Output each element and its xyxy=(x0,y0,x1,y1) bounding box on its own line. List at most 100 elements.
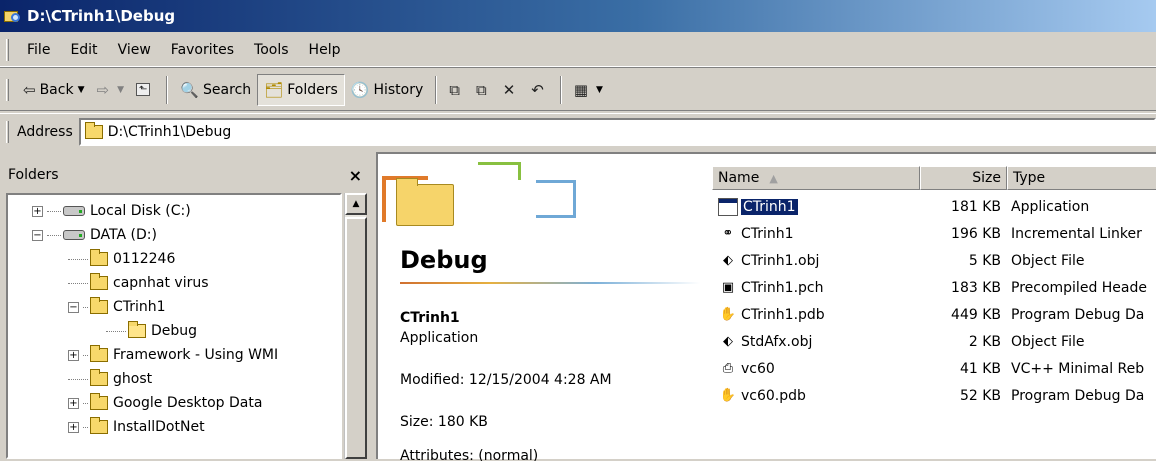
file-name: vc60 xyxy=(741,361,775,377)
scroll-up-icon[interactable]: ▲ xyxy=(345,193,367,215)
delete-button[interactable]: ✕ xyxy=(497,74,526,106)
back-button[interactable]: ⇦ Back ▼ xyxy=(17,74,91,106)
title-bar: D:\CTrinh1\Debug xyxy=(0,0,1156,32)
folders-button[interactable]: 🗂 Folders xyxy=(257,73,345,106)
tree-item-installdotnet[interactable]: + InstallDotNet xyxy=(68,415,205,439)
expand-icon[interactable]: + xyxy=(68,397,79,409)
column-type-label: Type xyxy=(1013,170,1046,186)
folder-tree-scrollbar[interactable]: ▲ xyxy=(344,193,367,459)
menu-help[interactable]: Help xyxy=(299,42,351,58)
expand-icon[interactable]: + xyxy=(32,205,43,217)
copy-to-icon: ⧉ xyxy=(475,80,487,99)
tree-item-ctrinh1[interactable]: − CTrinh1 xyxy=(68,295,166,319)
back-arrow-icon: ⇦ xyxy=(23,80,36,99)
file-row[interactable]: CTrinh1 181 KB Application xyxy=(712,196,1156,218)
file-type: Object File xyxy=(1011,334,1085,350)
tree-item-label: InstallDotNet xyxy=(113,419,205,435)
tree-item-0112246[interactable]: 0112246 xyxy=(68,247,175,271)
tree-item-capnhat-virus[interactable]: capnhat virus xyxy=(68,271,209,295)
sort-ascending-icon: ▲ xyxy=(769,171,778,185)
search-button[interactable]: 🔍 Search xyxy=(174,74,257,106)
tree-item-google-desktop-data[interactable]: + Google Desktop Data xyxy=(68,391,262,415)
tree-item-label: ghost xyxy=(113,371,153,387)
file-row[interactable]: ✋ CTrinh1.pdb 449 KB Program Debug Da xyxy=(712,304,1156,326)
forward-button[interactable]: ⇨ ▼ xyxy=(91,74,131,106)
file-size: 2 KB xyxy=(968,334,1001,350)
file-type: Incremental Linker xyxy=(1011,226,1142,242)
expand-icon[interactable]: + xyxy=(68,421,79,433)
views-dropdown-icon[interactable]: ▼ xyxy=(596,85,603,95)
address-field[interactable]: D:\CTrinh1\Debug xyxy=(78,117,1156,146)
column-header-name[interactable]: Name ▲ xyxy=(712,166,920,190)
tree-item-label: capnhat virus xyxy=(113,275,209,291)
history-label: History xyxy=(373,81,424,98)
forward-dropdown-icon[interactable]: ▼ xyxy=(117,85,124,95)
expand-icon[interactable]: + xyxy=(68,349,79,361)
toolbar-grip[interactable] xyxy=(6,38,9,61)
search-icon: 🔍 xyxy=(180,80,200,99)
banner-decoration xyxy=(378,154,578,244)
tree-item-label: Framework - Using WMI xyxy=(113,347,279,363)
tree-item-debug[interactable]: Debug xyxy=(106,319,197,343)
selected-file-name: CTrinh1 xyxy=(400,310,460,326)
panel-divider xyxy=(400,282,700,284)
column-size-label: Size xyxy=(972,170,1001,186)
collapse-icon[interactable]: − xyxy=(68,301,79,313)
delete-icon: ✕ xyxy=(502,80,516,99)
file-row[interactable]: ▣ CTrinh1.pch 183 KB Precompiled Heade xyxy=(712,277,1156,299)
menu-favorites[interactable]: Favorites xyxy=(161,42,244,58)
move-to-button[interactable]: ⧉ xyxy=(443,74,470,106)
toolbar-separator xyxy=(166,75,169,104)
drive-icon xyxy=(63,206,85,216)
tree-item-label: 0112246 xyxy=(113,251,176,267)
selected-file-type: Application xyxy=(400,330,479,346)
selected-file-attributes: Attributes: (normal) xyxy=(400,448,539,461)
file-size: 5 KB xyxy=(968,253,1001,269)
standard-toolbar: ⇦ Back ▼ ⇨ ▼ ⬑ 🔍 Search 🗂 Folders 🕓 Hist… xyxy=(0,69,1156,111)
history-button[interactable]: 🕓 History xyxy=(345,74,430,106)
tree-item-ghost[interactable]: ghost xyxy=(68,367,152,391)
scrollbar-thumb[interactable] xyxy=(345,217,367,459)
tree-item-framework[interactable]: + Framework - Using WMI xyxy=(68,343,278,367)
file-row[interactable]: ✋ vc60.pdb 52 KB Program Debug Da xyxy=(712,385,1156,407)
file-row[interactable]: ⬖ StdAfx.obj 2 KB Object File xyxy=(712,331,1156,353)
address-value: D:\CTrinh1\Debug xyxy=(107,123,232,140)
tree-item-local-disk-c[interactable]: + Local Disk (C:) xyxy=(32,199,191,223)
open-folder-icon xyxy=(128,321,146,338)
tree-item-label: Debug xyxy=(151,323,198,339)
collapse-icon[interactable]: − xyxy=(32,229,43,241)
folder-icon xyxy=(84,121,103,139)
toolbar-grip[interactable] xyxy=(6,120,9,143)
vc-rebuild-icon: ⎙ xyxy=(722,361,734,376)
menu-tools[interactable]: Tools xyxy=(244,42,299,58)
file-row[interactable]: ⚭ CTrinh1 196 KB Incremental Linker xyxy=(712,223,1156,245)
folder-icon xyxy=(90,297,108,314)
back-dropdown-icon[interactable]: ▼ xyxy=(78,85,85,95)
menu-edit[interactable]: Edit xyxy=(60,42,107,58)
file-row[interactable]: ⎙ vc60 41 KB VC++ Minimal Reb xyxy=(712,358,1156,380)
menu-file[interactable]: File xyxy=(17,42,60,58)
file-type: Program Debug Da xyxy=(1011,388,1145,404)
history-icon: 🕓 xyxy=(350,80,370,99)
toolbar-grip[interactable] xyxy=(6,78,9,101)
file-type: Program Debug Da xyxy=(1011,307,1145,323)
file-list: Name ▲ Size Type CTrinh1 181 KB Applicat… xyxy=(712,166,1156,461)
folder-icon xyxy=(90,249,108,266)
close-icon[interactable]: × xyxy=(349,166,362,185)
toolbar-separator xyxy=(559,75,562,104)
tree-item-data-d[interactable]: − DATA (D:) xyxy=(32,223,157,247)
up-folder-button[interactable]: ⬑ xyxy=(130,74,160,106)
undo-button[interactable]: ↶ xyxy=(525,74,554,106)
copy-to-button[interactable]: ⧉ xyxy=(470,74,497,106)
menu-view[interactable]: View xyxy=(108,42,161,58)
folders-label: Folders xyxy=(287,81,338,98)
file-name: StdAfx.obj xyxy=(741,334,813,350)
file-type: VC++ Minimal Reb xyxy=(1011,361,1145,377)
file-name: CTrinh1 xyxy=(741,199,798,215)
views-button[interactable]: ▦ ▼ xyxy=(568,74,609,106)
column-header-type[interactable]: Type xyxy=(1007,166,1156,190)
folders-icon: 🗂 xyxy=(264,80,284,99)
column-header-size[interactable]: Size xyxy=(920,166,1007,190)
file-row[interactable]: ⬖ CTrinh1.obj 5 KB Object File xyxy=(712,250,1156,272)
file-size: 181 KB xyxy=(951,199,1001,215)
